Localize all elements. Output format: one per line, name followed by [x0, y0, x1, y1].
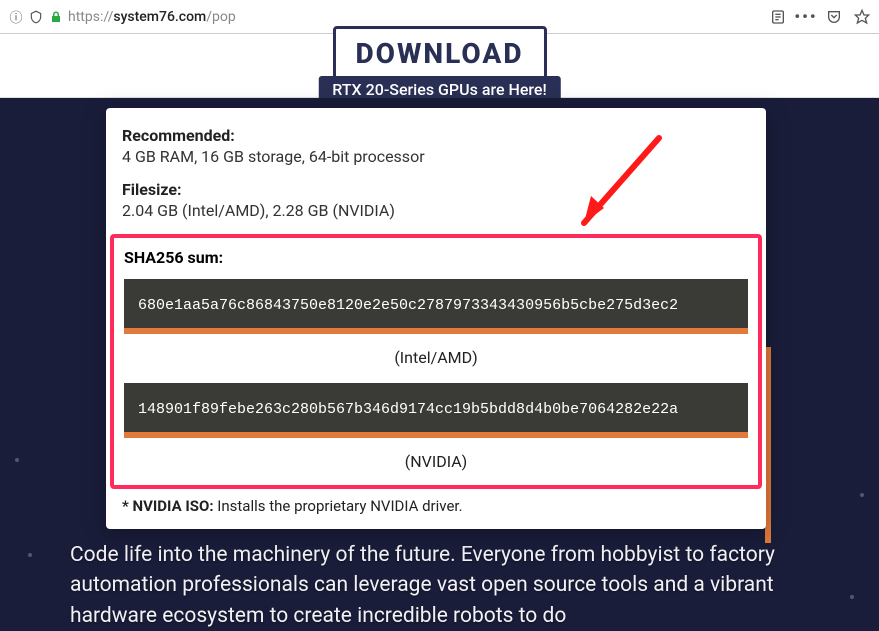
hash-intel-amd[interactable]: 680e1aa5a76c86843750e8120e2e50c278797334…: [124, 279, 748, 334]
url-area[interactable]: ⓘ https://system76.com/pop: [8, 9, 763, 25]
page-header: DOWNLOAD RTX 20-Series GPUs are Here!: [0, 34, 879, 98]
sha256-highlight-box: SHA256 sum: 680e1aa5a76c86843750e8120e2e…: [110, 234, 762, 489]
body-paragraph: Code life into the machinery of the futu…: [70, 540, 779, 631]
lock-icon[interactable]: [48, 9, 64, 25]
pocket-icon[interactable]: [825, 8, 843, 26]
hash-nvidia[interactable]: 148901f89febe263c280b567b346d9174cc19b5b…: [124, 383, 748, 438]
more-icon[interactable]: •••: [797, 8, 815, 26]
hash-caption-nvidia: (NVIDIA): [124, 452, 748, 471]
hash-caption-intel: (Intel/AMD): [124, 348, 748, 367]
annotation-arrow-icon: [559, 128, 679, 248]
sha256-label: SHA256 sum:: [124, 248, 748, 267]
shield-icon[interactable]: [28, 9, 44, 25]
reader-mode-icon[interactable]: [769, 8, 787, 26]
bookmark-star-icon[interactable]: [853, 8, 871, 26]
url-text[interactable]: https://system76.com/pop: [68, 9, 236, 25]
nvidia-note: * NVIDIA ISO: Installs the proprietary N…: [106, 497, 766, 515]
info-icon[interactable]: ⓘ: [8, 9, 24, 25]
toolbar-right: •••: [769, 8, 871, 26]
